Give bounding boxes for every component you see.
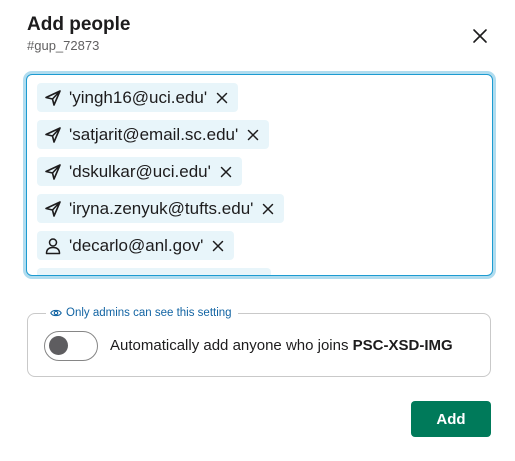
auto-add-setting: Only admins can see this setting Automat…: [27, 306, 491, 377]
remove-chip-button[interactable]: [214, 90, 230, 106]
add-people-dialog: Add people #gup_72873 'yingh16@uci.edu': [0, 0, 515, 461]
eye-icon: [50, 308, 62, 318]
close-icon: [473, 29, 487, 43]
recipient-input[interactable]: 'yingh16@uci.edu' 'satjarit@email.sc.edu…: [26, 74, 493, 276]
send-icon: [43, 88, 63, 108]
admin-only-notice-text: Only admins can see this setting: [66, 307, 232, 319]
recipient-chip-partial: [37, 268, 271, 275]
add-button[interactable]: Add: [411, 401, 491, 437]
remove-chip-button[interactable]: [210, 238, 226, 254]
recipient-chip-label: 'iryna.zenyuk@tufts.edu': [69, 198, 254, 218]
remove-chip-button[interactable]: [260, 201, 276, 217]
toggle-knob: [49, 336, 68, 355]
auto-add-toggle[interactable]: [44, 331, 98, 361]
admin-only-notice: Only admins can see this setting: [46, 306, 238, 320]
recipient-chip-list: 'yingh16@uci.edu' 'satjarit@email.sc.edu…: [37, 83, 477, 275]
recipient-chip-label: 'decarlo@anl.gov': [69, 235, 204, 255]
close-icon: [220, 166, 232, 177]
send-icon: [43, 125, 63, 145]
remove-chip-button[interactable]: [218, 164, 234, 180]
auto-add-label-prefix: Automatically add anyone who joins: [110, 337, 349, 354]
channel-name: PSC-XSD-IMG: [352, 337, 453, 354]
remove-chip-button[interactable]: [245, 127, 261, 143]
recipient-chip: 'dskulkar@uci.edu': [37, 157, 242, 186]
dialog-title: Add people: [27, 14, 131, 35]
close-icon: [263, 203, 274, 214]
send-icon: [43, 199, 63, 219]
send-icon: [43, 162, 63, 182]
auto-add-label: Automatically add anyone who joins PSC-X…: [110, 337, 453, 355]
close-button[interactable]: [466, 22, 494, 50]
person-icon: [43, 236, 63, 256]
close-icon: [216, 92, 228, 103]
recipient-chip: 'yingh16@uci.edu': [37, 83, 239, 112]
close-icon: [213, 240, 224, 251]
recipient-chip: 'iryna.zenyuk@tufts.edu': [37, 194, 285, 223]
recipient-chip: 'decarlo@anl.gov': [37, 231, 235, 260]
recipient-chip: 'satjarit@email.sc.edu': [37, 120, 270, 149]
recipient-chip-label: 'satjarit@email.sc.edu': [69, 124, 239, 144]
recipient-chip-label: 'dskulkar@uci.edu': [69, 161, 211, 181]
dialog-subtitle: #gup_72873: [27, 38, 100, 53]
close-icon: [248, 129, 259, 140]
recipient-chip-label: 'yingh16@uci.edu': [69, 87, 208, 107]
